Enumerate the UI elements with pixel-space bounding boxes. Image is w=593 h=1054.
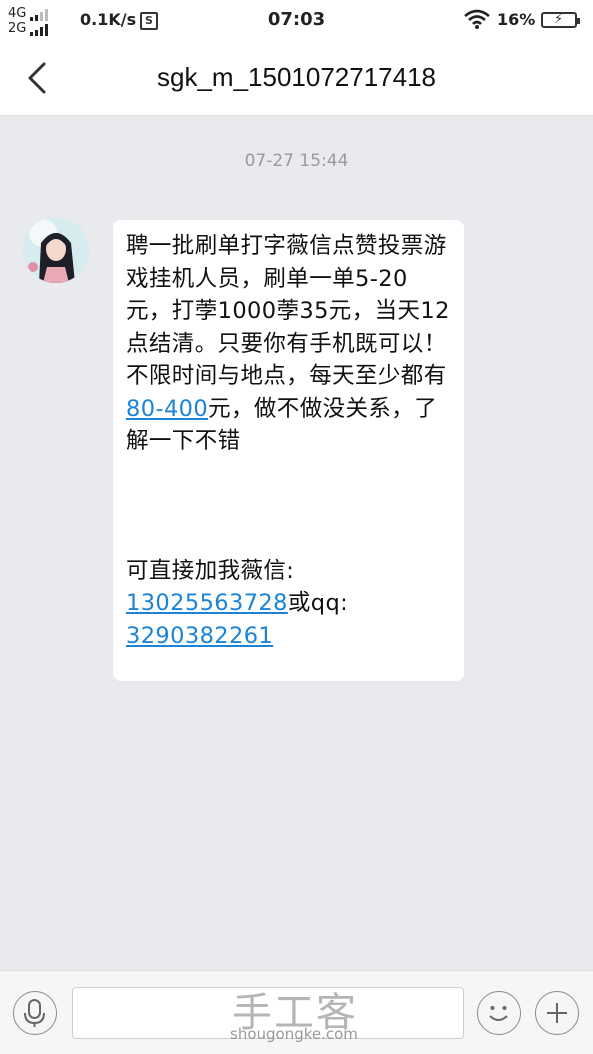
battery-icon: ⚡ bbox=[541, 12, 580, 28]
conversation-header: sgk_m_1501072717418 bbox=[0, 40, 593, 116]
status-bar: 4G 2G 0.1K/s S 07:03 16% ⚡ bbox=[0, 0, 593, 40]
message-text: 聘一批刷单打字薇信点赞投票游戏挂机人员，刷单一单5-20元，打荸1000荸35元… bbox=[126, 233, 450, 389]
message-bubble[interactable]: 聘一批刷单打字薇信点赞投票游戏挂机人员，刷单一单5-20元，打荸1000荸35元… bbox=[113, 220, 464, 681]
message-timestamp: 07-27 15:44 bbox=[244, 151, 349, 171]
message-link-phone[interactable]: 13025563728 bbox=[126, 590, 288, 616]
emoji-icon bbox=[489, 1006, 508, 1021]
wifi-icon bbox=[464, 9, 490, 29]
message-text: 或qq: bbox=[287, 590, 349, 616]
message-link-qq[interactable]: 3290382261 bbox=[126, 623, 273, 649]
compose-bar bbox=[0, 970, 593, 1054]
microphone-icon bbox=[24, 999, 45, 1027]
message-input[interactable] bbox=[72, 987, 464, 1039]
voice-button[interactable] bbox=[13, 991, 57, 1035]
plus-icon[interactable] bbox=[535, 991, 579, 1035]
avatar[interactable] bbox=[23, 217, 89, 283]
battery-percent: 16% bbox=[497, 10, 536, 29]
avatar-image bbox=[23, 217, 89, 283]
emoji-button[interactable] bbox=[477, 991, 521, 1035]
page-title: sgk_m_1501072717418 bbox=[156, 62, 437, 92]
message-link-amount[interactable]: 80-400 bbox=[126, 396, 208, 422]
charging-icon: ⚡ bbox=[554, 12, 564, 27]
message-text: 可直接加我薇信: bbox=[126, 557, 295, 584]
